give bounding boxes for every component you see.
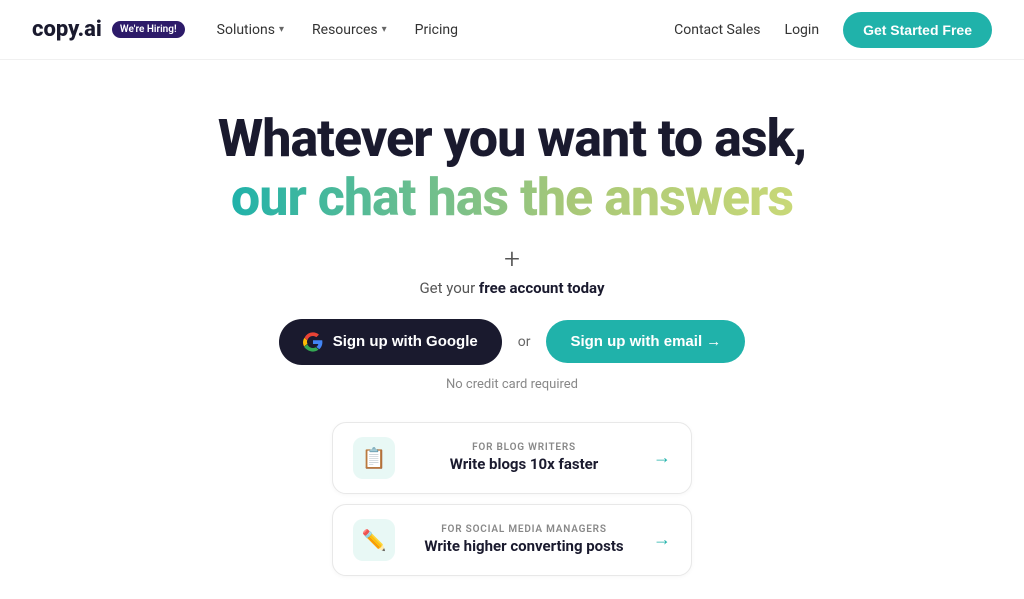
hiring-badge: We're Hiring!: [112, 21, 185, 38]
navbar: copy.ai We're Hiring! Solutions ▾ Resour…: [0, 0, 1024, 60]
feature-card-social[interactable]: ✏️ FOR SOCIAL MEDIA MANAGERS Write highe…: [332, 504, 692, 576]
logo-link[interactable]: copy.ai We're Hiring!: [32, 17, 185, 42]
nav-resources[interactable]: Resources ▾: [312, 22, 387, 38]
blog-arrow-icon: →: [653, 447, 671, 468]
blog-feature-label: FOR BLOG WRITERS: [409, 442, 639, 453]
social-icon: ✏️: [362, 528, 387, 552]
blog-icon: 📋: [362, 446, 387, 470]
hero-title-line1: Whatever you want to ask,: [218, 110, 806, 167]
social-feature-label: FOR SOCIAL MEDIA MANAGERS: [409, 524, 639, 535]
get-started-button[interactable]: Get Started Free: [843, 12, 992, 48]
hero-buttons: Sign up with Google or Sign up with emai…: [279, 319, 746, 365]
feature-cards: 📋 FOR BLOG WRITERS Write blogs 10x faste…: [0, 422, 1024, 576]
chevron-down-icon: ▾: [382, 24, 387, 35]
social-arrow-icon: →: [653, 529, 671, 550]
nav-solutions[interactable]: Solutions ▾: [217, 22, 284, 38]
feature-card-blog[interactable]: 📋 FOR BLOG WRITERS Write blogs 10x faste…: [332, 422, 692, 494]
social-icon-wrap: ✏️: [353, 519, 395, 561]
hero-subtext: Get your free account today: [419, 279, 604, 297]
blog-feature-text: FOR BLOG WRITERS Write blogs 10x faster: [409, 442, 639, 473]
social-feature-text: FOR SOCIAL MEDIA MANAGERS Write higher c…: [409, 524, 639, 555]
contact-sales-link[interactable]: Contact Sales: [674, 22, 760, 38]
or-separator: or: [518, 334, 531, 350]
login-link[interactable]: Login: [785, 22, 820, 38]
blog-feature-title: Write blogs 10x faster: [409, 455, 639, 473]
nav-pricing[interactable]: Pricing: [415, 22, 458, 38]
no-credit-card-text: No credit card required: [446, 377, 578, 392]
hero-title-line2: our chat has the answers: [231, 167, 793, 229]
blog-icon-wrap: 📋: [353, 437, 395, 479]
nav-right: Contact Sales Login Get Started Free: [674, 12, 992, 48]
logo-text: copy.ai: [32, 17, 102, 42]
signup-email-button[interactable]: Sign up with email →: [546, 320, 745, 363]
google-icon: [303, 332, 323, 352]
chevron-down-icon: ▾: [279, 24, 284, 35]
nav-links: Solutions ▾ Resources ▾ Pricing: [217, 22, 458, 38]
plus-symbol: +: [504, 242, 520, 275]
hero-section: Whatever you want to ask, our chat has t…: [0, 60, 1024, 576]
signup-google-button[interactable]: Sign up with Google: [279, 319, 502, 365]
social-feature-title: Write higher converting posts: [409, 537, 639, 555]
